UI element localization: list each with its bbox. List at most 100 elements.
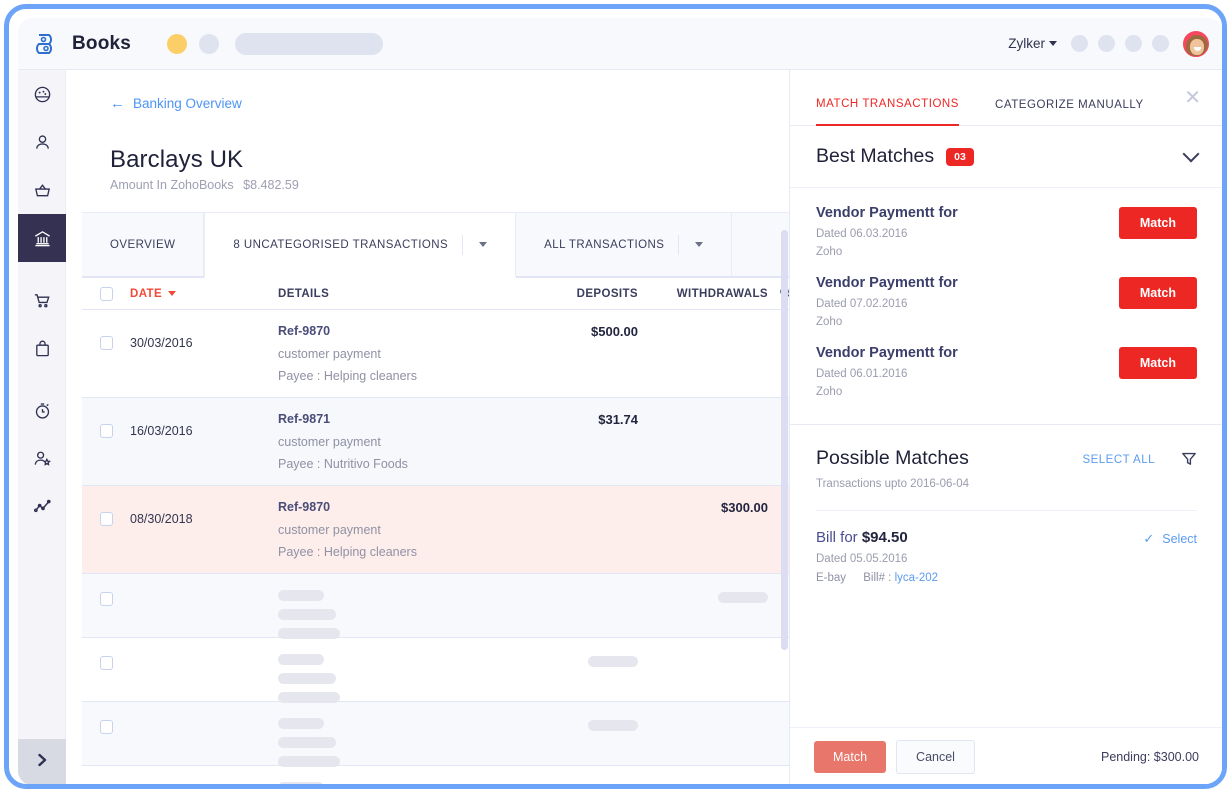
chevron-down-icon[interactable]: [1183, 145, 1200, 162]
person-star-icon: [33, 449, 52, 468]
row-details: Ref-9871 customer payment Payee : Nutrit…: [278, 412, 508, 471]
best-matches-header[interactable]: Best Matches 03: [790, 126, 1223, 188]
tab-divider: [462, 235, 463, 255]
select-all-checkbox-cell[interactable]: [82, 287, 130, 301]
chevron-down-icon[interactable]: [695, 242, 703, 247]
column-header-date[interactable]: DATE: [130, 288, 278, 300]
select-match-button[interactable]: ✓ Select: [1143, 531, 1197, 547]
search-input[interactable]: [235, 33, 383, 55]
caret-down-icon[interactable]: [168, 291, 176, 296]
avatar[interactable]: [1183, 31, 1209, 57]
panel-tabs: MATCH TRANSACTIONS CATEGORIZE MANUALLY ✕: [790, 70, 1223, 126]
shopping-bag-icon: [33, 339, 52, 358]
best-match-date: Dated 06.01.2016: [816, 368, 1119, 380]
sidebar-item-items[interactable]: [18, 166, 66, 214]
table-row[interactable]: 30/03/2016 Ref-9870 customer payment Pay…: [82, 310, 802, 398]
skeleton-bar: [278, 756, 340, 767]
skeleton-bar: [588, 784, 638, 785]
sidebar-item-banking[interactable]: [18, 214, 66, 262]
sidebar-item-sales[interactable]: [18, 276, 66, 324]
tab-uncategorised-transactions[interactable]: 8 UNCATEGORISED TRANSACTIONS: [204, 213, 516, 278]
chevron-down-icon[interactable]: [1049, 41, 1057, 46]
best-match-item: Vendor Paymentt for Dated 06.01.2016 Zoh…: [790, 328, 1223, 398]
skeleton-bar: [588, 720, 638, 731]
possible-match-lead: Bill for: [816, 529, 862, 546]
header-dot-2-icon[interactable]: [1098, 35, 1115, 52]
possible-match-bill-label: Bill# :: [863, 572, 891, 584]
row-checkbox[interactable]: [100, 784, 113, 785]
main-scrollbar[interactable]: [781, 70, 788, 785]
row-checkbox[interactable]: [100, 336, 113, 350]
sidebar-item-reports[interactable]: [18, 482, 66, 530]
best-match-title: Vendor Paymentt for: [816, 205, 1119, 221]
sidebar-expand-button[interactable]: [18, 739, 66, 785]
row-checkbox[interactable]: [100, 656, 113, 670]
row-description: customer payment: [278, 435, 508, 449]
sidebar-item-purchases[interactable]: [18, 324, 66, 372]
brand-name: Books: [72, 33, 131, 55]
table-row[interactable]: 16/03/2016 Ref-9871 customer payment Pay…: [82, 398, 802, 486]
close-icon[interactable]: ✕: [1184, 88, 1201, 108]
sidebar-item-dashboard[interactable]: [18, 70, 66, 118]
sidebar-item-customers[interactable]: [18, 118, 66, 166]
best-match-source: Zoho: [816, 386, 1119, 398]
tab-match-transactions-label: MATCH TRANSACTIONS: [816, 98, 959, 110]
person-icon: [33, 133, 52, 152]
transaction-tabs: OVERVIEW 8 UNCATEGORISED TRANSACTIONS AL…: [82, 212, 802, 278]
select-all-checkbox[interactable]: [100, 287, 113, 301]
scrollbar-thumb[interactable]: [781, 230, 788, 650]
table-row-selected[interactable]: 08/30/2018 Ref-9870 customer payment Pay…: [82, 486, 802, 574]
org-name[interactable]: Zylker: [1008, 36, 1045, 51]
skeleton-bar: [278, 609, 336, 620]
tab-categorize-manually[interactable]: CATEGORIZE MANUALLY: [995, 99, 1144, 125]
row-checkbox-cell[interactable]: [82, 412, 130, 438]
possible-match-bill-number[interactable]: lyca-202: [895, 572, 938, 584]
dashboard-icon: [33, 85, 52, 104]
header-dot-1-icon[interactable]: [1071, 35, 1088, 52]
match-button[interactable]: Match: [1119, 347, 1197, 379]
row-checkbox[interactable]: [100, 424, 113, 438]
timer-icon: [33, 401, 52, 420]
header-dot-4-icon[interactable]: [1152, 35, 1169, 52]
row-reference: Ref-9870: [278, 324, 508, 338]
row-date: 08/30/2018: [130, 500, 278, 526]
match-button[interactable]: Match: [1119, 277, 1197, 309]
row-description: customer payment: [278, 523, 508, 537]
sidebar-item-time-tracking[interactable]: [18, 386, 66, 434]
filter-icon[interactable]: [1181, 451, 1197, 472]
brand[interactable]: Books: [32, 29, 131, 59]
row-checkbox[interactable]: [100, 512, 113, 526]
column-header-deposits[interactable]: DEPOSITS: [508, 288, 638, 300]
check-icon: ✓: [1143, 531, 1154, 547]
skeleton-bar: [278, 718, 324, 729]
tab-all-transactions[interactable]: ALL TRANSACTIONS: [516, 213, 732, 276]
select-all-link[interactable]: SELECT ALL: [1082, 454, 1155, 466]
back-to-banking-overview-link[interactable]: ← Banking Overview: [110, 96, 242, 111]
row-checkbox-cell[interactable]: [82, 500, 130, 526]
status-dot-yellow-icon[interactable]: [167, 34, 187, 54]
row-deposit: $31.74: [508, 412, 638, 427]
column-header-details[interactable]: DETAILS: [278, 288, 508, 300]
row-checkbox[interactable]: [100, 592, 113, 606]
match-button[interactable]: Match: [1119, 207, 1197, 239]
skeleton-bar: [278, 692, 340, 703]
column-header-withdrawals[interactable]: WITHDRAWALS: [638, 288, 768, 300]
status-dot-grey-icon[interactable]: [199, 34, 219, 54]
chevron-down-icon[interactable]: [479, 242, 487, 247]
transactions-table: DATE DETAILS DEPOSITS WITHDRAWALS 30: [82, 278, 802, 785]
row-deposit: $500.00: [508, 324, 638, 339]
tab-overview[interactable]: OVERVIEW: [82, 213, 204, 276]
app-window: Books Zylker: [18, 18, 1223, 785]
footer-cancel-button[interactable]: Cancel: [896, 740, 975, 774]
row-checkbox-cell[interactable]: [82, 324, 130, 350]
footer-match-button[interactable]: Match: [814, 741, 886, 773]
row-checkbox[interactable]: [100, 720, 113, 734]
sidebar-item-accountant[interactable]: [18, 434, 66, 482]
table-row-loading: [82, 638, 802, 702]
table-row-loading: [82, 702, 802, 766]
best-match-date: Dated 07.02.2016: [816, 298, 1119, 310]
tab-overview-label: OVERVIEW: [110, 239, 175, 251]
tab-match-transactions[interactable]: MATCH TRANSACTIONS: [816, 98, 959, 126]
row-payee: Payee : Nutritivo Foods: [278, 457, 508, 471]
header-dot-3-icon[interactable]: [1125, 35, 1142, 52]
